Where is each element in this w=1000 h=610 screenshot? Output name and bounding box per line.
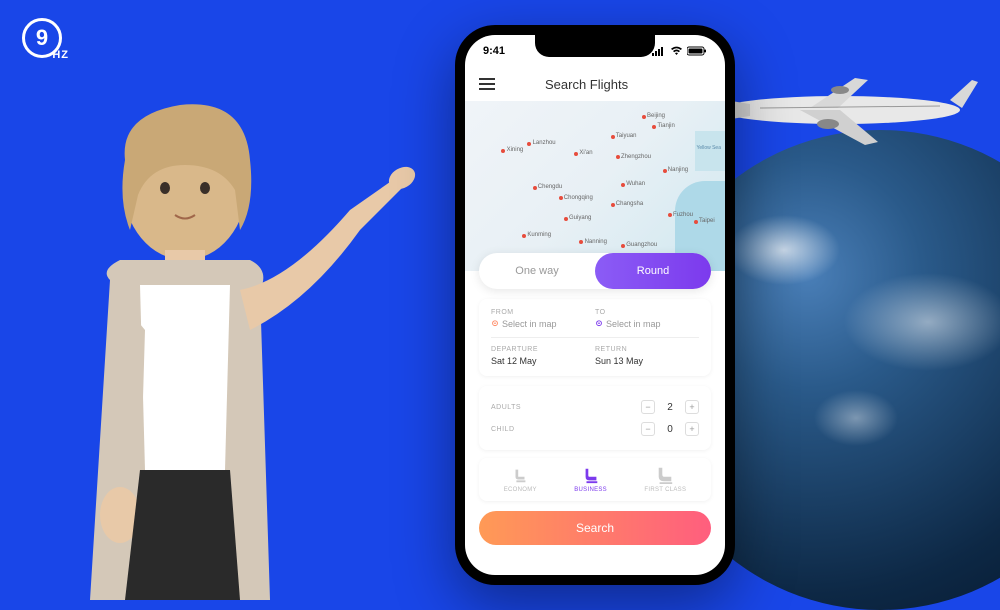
map-city-dot[interactable] (616, 155, 620, 159)
map-city-dot[interactable] (559, 196, 563, 200)
map-city-dot[interactable] (642, 115, 646, 119)
map-city-dot[interactable] (574, 152, 578, 156)
map-city-dot[interactable] (621, 244, 625, 248)
adults-label: ADULTS (491, 404, 521, 411)
map-city-dot[interactable] (501, 149, 505, 153)
status-time: 9:41 (483, 45, 505, 57)
adults-value: 2 (665, 402, 675, 413)
map-city-label: Wuhan (626, 181, 645, 187)
search-button[interactable]: Search (479, 511, 711, 545)
phone-notch (535, 35, 655, 57)
woman-pointing-illustration (10, 70, 440, 600)
adults-stepper: − 2 + (641, 400, 699, 414)
map-city-label: Xining (507, 147, 524, 153)
map-city-dot[interactable] (533, 186, 537, 190)
oneway-button[interactable]: One way (479, 253, 595, 289)
map-city-dot[interactable] (579, 240, 583, 244)
seat-icon (656, 466, 674, 484)
map-city-dot[interactable] (611, 135, 615, 139)
economy-option[interactable]: ECONOMY (504, 466, 537, 493)
departure-field[interactable]: Sat 12 May (491, 356, 595, 366)
to-field[interactable]: Select in map (595, 319, 699, 329)
map-city-label: Guangzhou (626, 242, 657, 248)
child-label: CHILD (491, 426, 515, 433)
map-city-dot[interactable] (694, 220, 698, 224)
to-label: TO (595, 309, 699, 316)
map-city-label: Taiyuan (616, 133, 637, 139)
pin-icon (595, 320, 603, 328)
trip-type-toggle: One way Round (479, 253, 711, 289)
logo-text: 9 (36, 25, 48, 51)
brand-logo: 9 HZ (22, 18, 70, 66)
wifi-icon (670, 46, 683, 56)
map-city-label: Changsha (616, 201, 643, 207)
map-view[interactable]: Yellow Sea Beijing Tianjin Taiyuan Xi'an Lan… (465, 101, 725, 271)
map-city-dot[interactable] (621, 183, 625, 187)
route-form: FROM Select in map TO Select in map (479, 299, 711, 376)
return-label: RETURN (595, 346, 699, 353)
map-city-dot[interactable] (668, 213, 672, 217)
map-city-dot[interactable] (522, 234, 526, 238)
airplane-illustration (710, 60, 980, 160)
map-city-label: Nanjing (668, 167, 688, 173)
cabin-class-selector: ECONOMY BUSINESS FIRST CLASS (479, 458, 711, 501)
map-sea-label: Yellow Sea (696, 145, 721, 151)
map-city-dot[interactable] (527, 142, 531, 146)
map-city-dot[interactable] (564, 217, 568, 221)
map-city-label: Guiyang (569, 215, 591, 221)
adults-plus-button[interactable]: + (685, 400, 699, 414)
passengers-form: ADULTS − 2 + CHILD − 0 + (479, 386, 711, 450)
child-minus-button[interactable]: − (641, 422, 655, 436)
return-field[interactable]: Sun 13 May (595, 356, 699, 366)
map-city-label: Nanning (585, 239, 607, 245)
map-city-label: Tianjin (657, 123, 674, 129)
business-option[interactable]: BUSINESS (574, 466, 607, 493)
logo-suffix: HZ (52, 49, 69, 61)
app-header: Search Flights (465, 67, 725, 101)
firstclass-option[interactable]: FIRST CLASS (644, 466, 686, 493)
child-value: 0 (665, 424, 675, 435)
map-city-dot[interactable] (663, 169, 667, 173)
child-stepper: − 0 + (641, 422, 699, 436)
phone-mockup: 9:41 Search Flights Yellow Sea Beijing Ti… (455, 25, 735, 585)
from-label: FROM (491, 309, 595, 316)
map-city-label: Kunming (527, 232, 551, 238)
child-plus-button[interactable]: + (685, 422, 699, 436)
departure-label: DEPARTURE (491, 346, 595, 353)
page-title: Search Flights (545, 77, 628, 92)
adults-minus-button[interactable]: − (641, 400, 655, 414)
menu-icon[interactable] (479, 78, 495, 90)
map-city-label: Chengdu (538, 184, 562, 190)
from-field[interactable]: Select in map (491, 319, 595, 329)
map-city-label: Chongqing (564, 195, 593, 201)
pin-icon (491, 320, 499, 328)
map-city-label: Fuzhou (673, 212, 693, 218)
map-city-label: Beijing (647, 113, 665, 119)
map-city-label: Taipei (699, 218, 715, 224)
map-city-dot[interactable] (611, 203, 615, 207)
map-city-label: Lanzhou (533, 140, 556, 146)
phone-screen: 9:41 Search Flights Yellow Sea Beijing Ti… (465, 35, 725, 575)
seat-icon (582, 466, 600, 484)
seat-icon (511, 466, 529, 484)
map-city-label: Zhengzhou (621, 154, 651, 160)
map-city-label: Xi'an (579, 150, 592, 156)
battery-icon (687, 46, 707, 56)
map-city-dot[interactable] (652, 125, 656, 129)
round-button[interactable]: Round (595, 253, 711, 289)
